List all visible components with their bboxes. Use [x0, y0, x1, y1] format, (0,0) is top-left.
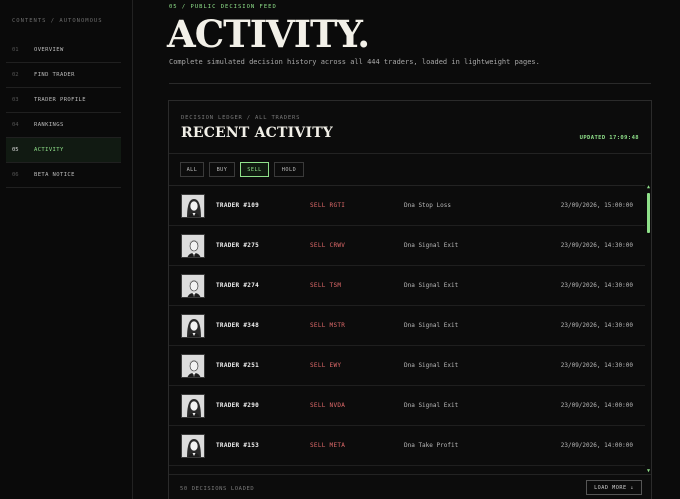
filter-sell-button[interactable]: SELL: [240, 162, 269, 177]
decision-reason: Dna Signal Exit: [404, 402, 459, 409]
decision-timestamp: 23/09/2026, 14:30:00: [560, 282, 633, 289]
trader-name[interactable]: TRADER #275: [216, 242, 259, 249]
decision-action: SELL TSM: [310, 282, 342, 289]
nav-number: 04: [12, 122, 19, 128]
sidebar-nav: 01 OVERVIEW 02 FIND TRADER 03 TRADER PRO…: [6, 38, 121, 188]
decision-action: SELL EWY: [310, 362, 342, 369]
table-row[interactable]: TRADER #290 SELL NVDA Dna Signal Exit 23/09…: [169, 386, 645, 426]
decision-reason: Dna Signal Exit: [404, 362, 459, 369]
sidebar-item-find-trader[interactable]: 02 FIND TRADER: [6, 63, 121, 88]
decision-reason: Dna Stop Loss: [404, 202, 451, 209]
decision-action: SELL RGTI: [310, 202, 346, 209]
table-row[interactable]: TRADER #251 SELL EWY Dna Signal Exit 23/09/…: [169, 346, 645, 386]
sidebar-item-rankings[interactable]: 04 RANKINGS: [6, 113, 121, 138]
avatar: [181, 274, 205, 298]
panel-divider: [169, 153, 651, 154]
avatar: [181, 394, 205, 418]
filter-hold-button[interactable]: HOLD: [274, 162, 304, 177]
trader-name[interactable]: TRADER #153: [216, 442, 259, 449]
avatar: [181, 434, 205, 458]
avatar: [181, 234, 205, 258]
sidebar-heading: CONTENTS / AUTONOMOUS: [12, 18, 103, 24]
trader-name[interactable]: TRADER #274: [216, 282, 259, 289]
avatar: [181, 314, 205, 338]
decision-timestamp: 23/09/2026, 14:30:00: [560, 322, 633, 329]
decision-timestamp: 23/09/2026, 14:00:00: [560, 442, 633, 449]
nav-label: BETA NOTICE: [34, 172, 75, 178]
decision-timestamp: 23/09/2026, 15:00:00: [560, 202, 633, 209]
table-row[interactable]: TRADER #274 SELL TSM Dna Signal Exit 23/09/…: [169, 266, 645, 306]
panel-title: RECENT ACTIVITY: [181, 125, 334, 141]
nav-label: ACTIVITY: [34, 147, 64, 153]
scrollbar-thumb[interactable]: [647, 193, 650, 233]
decision-reason: Dna Signal Exit: [404, 282, 459, 289]
table-row[interactable]: TRADER #275 SELL CRWV Dna Signal Exit 23/09…: [169, 226, 645, 266]
nav-number: 06: [12, 172, 19, 178]
table-row[interactable]: TRADER #153 SELL META Dna Take Profit 23/09…: [169, 426, 645, 466]
avatar: [181, 354, 205, 378]
sidebar-item-overview[interactable]: 01 OVERVIEW: [6, 38, 121, 63]
panel-breadcrumb: DECISION LEDGER / ALL TRADERS: [181, 115, 301, 121]
decision-timestamp: 23/09/2026, 14:00:00: [560, 402, 633, 409]
nav-label: FIND TRADER: [34, 72, 75, 78]
nav-number: 05: [12, 147, 19, 153]
nav-label: TRADER PROFILE: [34, 97, 86, 103]
sidebar-item-trader-profile[interactable]: 03 TRADER PROFILE: [6, 88, 121, 113]
trader-name[interactable]: TRADER #109: [216, 202, 259, 209]
avatar: [181, 194, 205, 218]
section-eyebrow: 05 / PUBLIC DECISION FEED: [169, 4, 277, 10]
activity-panel: DECISION LEDGER / ALL TRADERS RECENT ACT…: [168, 100, 652, 499]
nav-number: 01: [12, 47, 19, 53]
activity-list[interactable]: TRADER #109 SELL RGTI Dna Stop Loss 23/09/2…: [169, 185, 645, 474]
decision-action: SELL NVDA: [310, 402, 346, 409]
filter-bar: ALL BUY SELL HOLD: [180, 162, 304, 177]
list-scrollbar[interactable]: ▲ ▼: [646, 185, 651, 474]
decision-action: SELL CRWV: [310, 242, 346, 249]
nav-label: OVERVIEW: [34, 47, 64, 53]
filter-all-button[interactable]: ALL: [180, 162, 204, 177]
filter-buy-button[interactable]: BUY: [209, 162, 235, 177]
decision-reason: Dna Signal Exit: [404, 242, 459, 249]
decision-timestamp: 23/09/2026, 14:30:00: [560, 362, 633, 369]
table-row[interactable]: TRADER #109 SELL RGTI Dna Stop Loss 23/09/2…: [169, 186, 645, 226]
trader-name[interactable]: TRADER #290: [216, 402, 259, 409]
sidebar: CONTENTS / AUTONOMOUS 01 OVERVIEW 02 FIN…: [0, 0, 133, 499]
trader-name[interactable]: TRADER #348: [216, 322, 259, 329]
decision-action: SELL META: [310, 442, 346, 449]
nav-number: 02: [12, 72, 19, 78]
page-title: ACTIVITY.: [167, 12, 370, 56]
decision-action: SELL MSTR: [310, 322, 346, 329]
table-row[interactable]: [169, 466, 645, 474]
scroll-up-arrow-icon[interactable]: ▲: [646, 185, 651, 190]
sidebar-item-activity[interactable]: 05 ACTIVITY: [6, 138, 121, 163]
table-row[interactable]: TRADER #348 SELL MSTR Dna Signal Exit 23/09…: [169, 306, 645, 346]
load-more-button[interactable]: LOAD MORE ↓: [586, 480, 642, 495]
decision-timestamp: 23/09/2026, 14:30:00: [560, 242, 633, 249]
decisions-loaded-count: 50 DECISIONS LOADED: [180, 486, 255, 492]
footer-divider: [169, 474, 651, 475]
trader-name[interactable]: TRADER #251: [216, 362, 259, 369]
decision-reason: Dna Signal Exit: [404, 322, 459, 329]
decision-reason: Dna Take Profit: [404, 442, 459, 449]
header-divider: [169, 83, 651, 84]
updated-timestamp: UPDATED 17:09:48: [579, 135, 639, 141]
nav-number: 03: [12, 97, 19, 103]
nav-label: RANKINGS: [34, 122, 64, 128]
sidebar-item-beta-notice[interactable]: 06 BETA NOTICE: [6, 163, 121, 188]
page-subtitle: Complete simulated decision history acro…: [169, 58, 540, 66]
